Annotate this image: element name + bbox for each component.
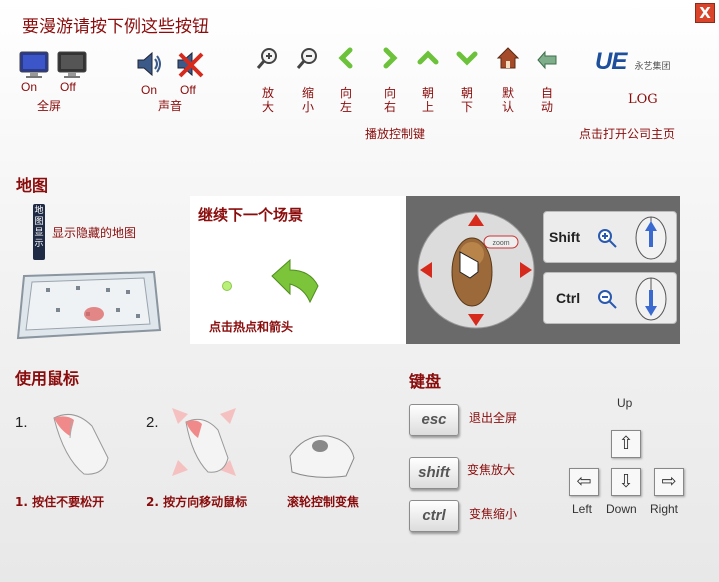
default-view-label: 默认 — [501, 86, 514, 114]
chevron-down-icon — [456, 51, 478, 66]
zoom-out-label: 缩小 — [301, 86, 314, 114]
chevron-up-icon — [417, 50, 439, 65]
close-button[interactable]: X — [695, 3, 715, 23]
mouse-drag-icon — [172, 408, 236, 476]
ctrl-label: Ctrl — [556, 290, 581, 306]
shift-zoom-panel: Shift — [543, 211, 677, 263]
floor-plan-thumbnail — [16, 268, 162, 342]
fullscreen-on-label: On — [21, 80, 38, 94]
playback-caption: 播放控制键 — [365, 127, 426, 141]
next-scene-arrow[interactable] — [270, 258, 322, 304]
arrow-left-icon: ⇦ — [576, 471, 592, 492]
fullscreen-on-button[interactable] — [18, 50, 50, 80]
ctrl-zoom-panel: Ctrl — [543, 272, 677, 324]
zoom-in-button[interactable]: 放大 — [256, 46, 280, 114]
mouse-click-icon — [53, 413, 109, 475]
use-mouse-title: 使用鼠标 — [15, 369, 80, 388]
move-up-button[interactable]: 朝上 — [416, 46, 440, 114]
auto-play-button[interactable]: 自动 — [535, 46, 559, 114]
mouse-navigation-disc: zoom — [414, 208, 538, 332]
map-toggle-label[interactable]: 显示隐藏的地图 — [52, 224, 136, 241]
magnifier-minus-icon — [598, 290, 617, 309]
ctrl-description: 变焦缩小 — [469, 507, 518, 521]
step1-number: 1. — [15, 414, 28, 431]
move-left-button[interactable]: 向左 — [334, 46, 358, 114]
arrow-down-key[interactable]: ⇩ — [611, 468, 641, 496]
chevron-left-icon — [338, 47, 353, 69]
move-right-button[interactable]: 向右 — [378, 46, 402, 114]
move-up-label: 朝上 — [421, 86, 434, 114]
chevron-right-icon — [383, 47, 398, 69]
zoom-in-label: 放大 — [261, 86, 274, 114]
home-icon — [496, 47, 520, 69]
zoom-out-icon — [296, 48, 317, 69]
fullscreen-off-label: Off — [60, 80, 76, 94]
arrow-right-key[interactable]: ⇨ — [654, 468, 684, 496]
map-badge-text: 地图显示 — [34, 206, 44, 249]
arrow-right-label: Right — [650, 502, 679, 516]
default-view-button[interactable]: 默认 — [496, 46, 520, 114]
sound-label: 声音 — [158, 99, 183, 113]
mouse-wheel-illustration — [284, 428, 356, 480]
move-right-label: 向右 — [383, 86, 396, 114]
scene-caption: 点击热点和箭头 — [209, 320, 294, 334]
logo-label: LOG — [628, 92, 658, 107]
monitor-off-icon — [57, 51, 87, 78]
move-down-label: 朝下 — [460, 86, 473, 114]
esc-description: 退出全屏 — [469, 411, 518, 425]
mouse-scroll-down-icon — [635, 277, 667, 321]
step2-caption: 2. 按方向移动鼠标 — [146, 495, 248, 509]
logo-brand: UE — [595, 48, 627, 75]
company-logo[interactable]: UE 永艺集团 — [595, 48, 695, 78]
arrow-left-label: Left — [572, 502, 593, 516]
step2-number: 2. — [146, 414, 159, 431]
auto-play-label: 自动 — [540, 86, 553, 114]
fullscreen-label: 全屏 — [37, 99, 62, 113]
logo-subtitle: 永艺集团 — [634, 62, 671, 72]
esc-key[interactable]: esc — [409, 404, 459, 436]
mouse-wheel-icon — [289, 435, 355, 478]
monitor-on-icon — [19, 51, 49, 78]
shift-key[interactable]: shift — [409, 457, 459, 489]
mouse-drag-illustration — [168, 404, 240, 480]
wheel-caption: 滚轮控制变焦 — [287, 495, 360, 509]
map-toggle-badge[interactable]: 地图显示 — [33, 204, 45, 260]
mouse-direction-icon: zoom — [417, 211, 535, 329]
arrow-up-label: Up — [617, 396, 633, 410]
fullscreen-off-button[interactable] — [56, 50, 88, 80]
floor-plan-image — [16, 270, 162, 340]
zoom-in-icon — [256, 48, 277, 69]
speaker-on-icon — [137, 51, 161, 77]
magnifier-plus-icon — [598, 229, 617, 248]
zoom-tag: zoom — [492, 240, 509, 247]
mouse-press-illustration — [44, 408, 114, 478]
auto-play-icon — [537, 50, 557, 70]
move-left-label: 向左 — [339, 86, 352, 114]
arrow-up-icon: ⇧ — [618, 433, 634, 454]
zoom-out-button[interactable]: 缩小 — [296, 46, 320, 114]
sound-off-label: Off — [180, 83, 196, 97]
step1-caption: 1. 按住不要松开 — [15, 495, 105, 509]
arrow-up-key[interactable]: ⇧ — [611, 430, 641, 458]
arrow-left-key[interactable]: ⇦ — [569, 468, 599, 496]
shift-description: 变焦放大 — [467, 463, 516, 477]
map-section-title: 地图 — [16, 176, 49, 195]
arrow-down-icon: ⇩ — [618, 471, 634, 492]
homepage-link[interactable]: 点击打开公司主页 — [579, 125, 675, 142]
arrow-down-label: Down — [606, 502, 637, 516]
speaker-muted-icon — [177, 51, 204, 78]
ctrl-key[interactable]: ctrl — [409, 500, 459, 532]
scene-title: 继续下一个场景 — [198, 206, 304, 224]
sound-off-button[interactable] — [174, 48, 206, 80]
keyboard-title: 键盘 — [409, 372, 442, 391]
green-arrow-icon — [271, 258, 319, 304]
shift-label: Shift — [549, 229, 581, 245]
sound-on-label: On — [141, 83, 158, 97]
arrow-right-icon: ⇨ — [661, 471, 677, 492]
sound-on-button[interactable] — [134, 48, 164, 80]
move-down-button[interactable]: 朝下 — [455, 46, 479, 114]
hotspot-dot[interactable] — [222, 281, 232, 291]
window-title: 要漫游请按下例这些按钮 — [22, 17, 209, 37]
mouse-scroll-up-icon — [635, 216, 667, 260]
